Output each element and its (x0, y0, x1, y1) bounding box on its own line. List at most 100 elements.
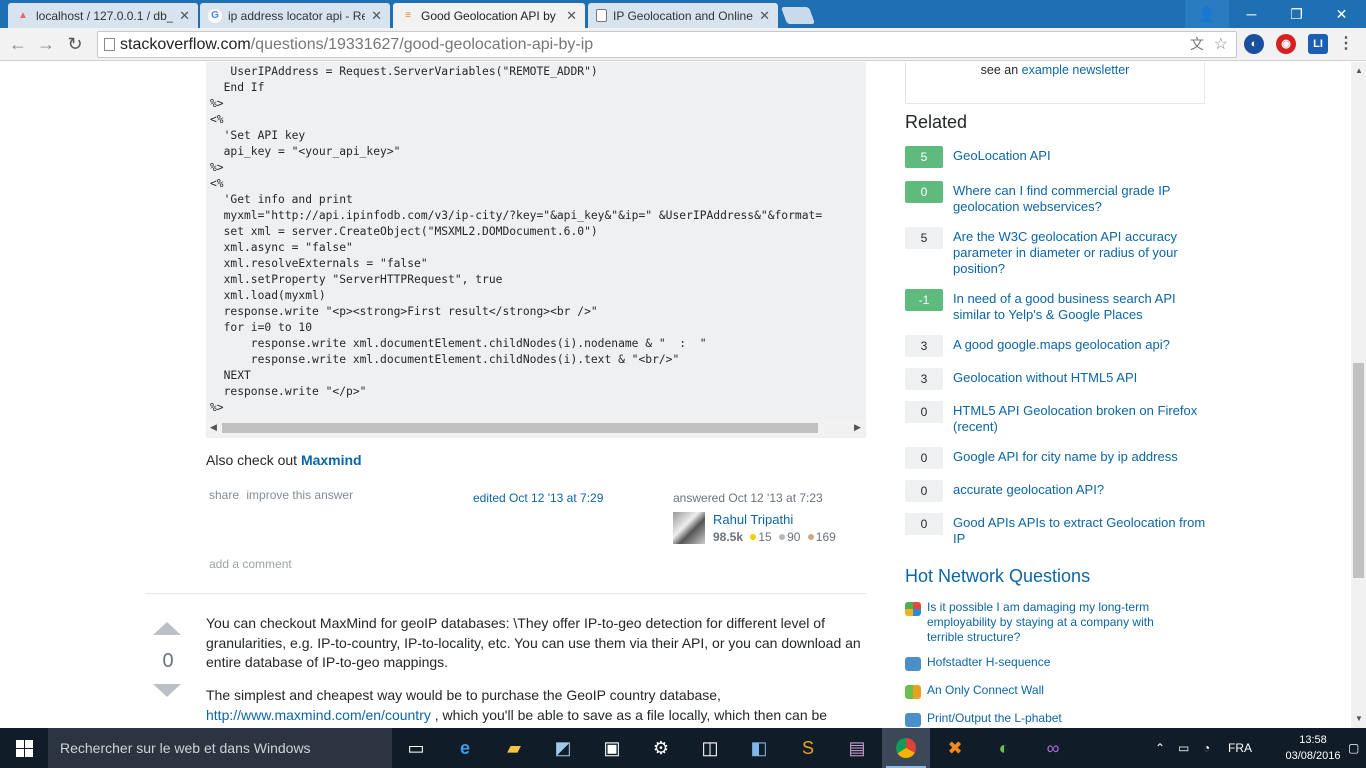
score-badge: -1 (905, 289, 943, 311)
app-icon[interactable]: ◫ (686, 728, 734, 768)
close-icon[interactable]: ✕ (371, 8, 382, 24)
reload-icon[interactable]: ↻ (63, 33, 87, 55)
improve-answer-link[interactable]: improve this answer (246, 488, 353, 502)
task-view-icon[interactable]: ▭ (392, 728, 440, 768)
google-icon: G (208, 8, 222, 23)
user-name-link[interactable]: Rahul Tripathi (713, 512, 793, 527)
notifications-icon[interactable]: ▢ (1348, 728, 1359, 768)
score-badge: 0 (905, 480, 943, 502)
app-icon[interactable]: ◧ (735, 728, 783, 768)
winrar-icon[interactable]: ▤ (833, 728, 881, 768)
profile-icon[interactable]: 👤 (1185, 0, 1229, 28)
new-tab-button[interactable] (780, 7, 816, 24)
edge-icon[interactable]: e (441, 728, 489, 768)
restore-button[interactable]: ❐ (1274, 0, 1319, 28)
related-question-link[interactable]: A good google.maps geolocation api? (953, 337, 1208, 353)
score-badge: 0 (905, 401, 943, 423)
related-question-link[interactable]: Where can I find commercial grade IP geo… (953, 183, 1208, 215)
start-button[interactable] (0, 728, 48, 768)
clock[interactable]: 13:58 03/08/2016 (1283, 732, 1343, 764)
scroll-down-icon[interactable]: ▼ (1355, 714, 1363, 723)
scrollbar-thumb[interactable] (1353, 363, 1364, 578)
example-newsletter-link[interactable]: example newsletter (1022, 63, 1130, 77)
settings-gear-icon[interactable]: ⚙ (637, 728, 685, 768)
scroll-right-icon[interactable]: ▶ (854, 422, 861, 433)
related-question-link[interactable]: In need of a good business search API si… (953, 291, 1208, 323)
maxmind-country-link[interactable]: http://www.maxmind.com/en/country (206, 707, 431, 723)
star-icon[interactable]: ☆ (1214, 32, 1228, 57)
share-link[interactable]: share (209, 488, 239, 502)
wifi-icon[interactable]: ◔ (1203, 728, 1210, 768)
file-explorer-icon[interactable]: ▰ (490, 728, 538, 768)
extension-icon[interactable]: ◐ (1244, 34, 1264, 54)
back-arrow-icon[interactable]: ← (6, 33, 30, 55)
related-question-link[interactable]: Good APIs APIs to extract Geolocation fr… (953, 515, 1208, 547)
add-comment-link[interactable]: add a comment (209, 557, 292, 571)
language-indicator[interactable]: FRA (1228, 728, 1252, 768)
close-icon[interactable]: ✕ (759, 8, 770, 24)
address-bar[interactable]: stackoverflow.com/questions/19331627/goo… (97, 31, 1237, 58)
answer-text: Also check out Maxmind (206, 452, 362, 468)
avatar[interactable] (673, 512, 705, 544)
related-heading: Related (905, 112, 968, 132)
tab-ip-geolocation[interactable]: IP Geolocation and Online ✕ (588, 3, 778, 28)
forward-arrow-icon[interactable]: → (34, 33, 58, 55)
upvote-arrow-icon[interactable] (153, 622, 181, 635)
user-reputation: 98.5k 15 90 169 (713, 530, 836, 544)
close-icon[interactable]: ✕ (566, 8, 577, 24)
taskbar-search-box[interactable]: Rechercher sur le web et dans Windows (48, 728, 392, 768)
code-horizontal-scrollbar[interactable]: ◀ ▶ (206, 420, 866, 436)
score-badge: 3 (905, 368, 943, 390)
score-badge: 5 (905, 227, 943, 249)
related-question-link[interactable]: Are the W3C geolocation API accuracy par… (953, 229, 1208, 277)
hot-question-link[interactable]: Hofstadter H-sequence (927, 655, 1177, 670)
silver-badge-icon (779, 534, 786, 540)
show-hidden-icons[interactable]: ⌃ (1155, 728, 1165, 768)
downvote-arrow-icon[interactable] (153, 684, 181, 697)
related-question-link[interactable]: Google API for city name by ip address (953, 449, 1208, 465)
related-question-link[interactable]: Geolocation without HTML5 API (953, 370, 1208, 386)
codegolf-icon (905, 713, 921, 727)
windows-logo-icon (15, 739, 33, 757)
scrollbar-thumb[interactable] (222, 423, 818, 433)
tab-google-search[interactable]: G ip address locator api - Re ✕ (200, 3, 390, 28)
menu-icon[interactable]: ⋮ (1336, 34, 1356, 54)
extension-icon[interactable]: ◉ (1276, 34, 1296, 54)
edited-link[interactable]: edited Oct 12 '13 at 7:29 (473, 491, 603, 505)
page-vertical-scrollbar[interactable]: ▲ ▼ (1351, 62, 1366, 728)
extension-icon[interactable]: LI (1308, 34, 1328, 54)
hot-question-link[interactable]: Print/Output the L-phabet (927, 711, 1177, 726)
hot-question-link[interactable]: An Only Connect Wall (927, 683, 1177, 698)
tab-stackoverflow[interactable]: ≡ Good Geolocation API by ✕ (393, 3, 585, 28)
chrome-icon[interactable] (882, 728, 930, 768)
stackoverflow-icon: ≡ (405, 9, 411, 21)
scroll-left-icon[interactable]: ◀ (210, 422, 217, 433)
browser-tab-strip: ▲ localhost / 127.0.0.1 / db_ ✕ G ip add… (0, 0, 1366, 28)
code-block: UserIPAddress = Request.ServerVariables(… (206, 62, 866, 438)
score-badge: 0 (905, 513, 943, 535)
app-icon[interactable]: ◩ (539, 728, 587, 768)
battery-icon[interactable]: ▭ (1178, 728, 1189, 768)
maxmind-link[interactable]: Maxmind (301, 452, 362, 468)
hot-network-questions-heading[interactable]: Hot Network Questions (905, 566, 1090, 587)
codegolf-icon (905, 657, 921, 671)
windows-taskbar: Rechercher sur le web et dans Windows ▭ … (0, 728, 1366, 768)
related-question-link[interactable]: HTML5 API Geolocation broken on Firefox … (953, 403, 1208, 435)
related-question-link[interactable]: GeoLocation API (953, 148, 1208, 164)
visual-studio-icon[interactable]: ∞ (1029, 728, 1077, 768)
close-window-button[interactable]: ✕ (1319, 0, 1364, 28)
close-icon[interactable]: ✕ (179, 8, 190, 24)
translate-icon[interactable]: 文 (1190, 32, 1204, 57)
score-badge: 5 (905, 146, 943, 168)
scroll-up-icon[interactable]: ▲ (1355, 66, 1363, 75)
divider (145, 593, 866, 594)
command-prompt-icon[interactable]: ▣ (588, 728, 636, 768)
minimize-button[interactable]: ─ (1229, 0, 1274, 28)
vote-count: 0 (162, 650, 174, 672)
hot-question-link[interactable]: Is it possible I am damaging my long-ter… (927, 600, 1177, 645)
app-icon[interactable]: ◐ (980, 728, 1028, 768)
tab-phpmyadmin[interactable]: ▲ localhost / 127.0.0.1 / db_ ✕ (8, 3, 198, 28)
sublime-text-icon[interactable]: S (784, 728, 832, 768)
related-question-link[interactable]: accurate geolocation API? (953, 482, 1208, 498)
xampp-icon[interactable]: ✖ (931, 728, 979, 768)
